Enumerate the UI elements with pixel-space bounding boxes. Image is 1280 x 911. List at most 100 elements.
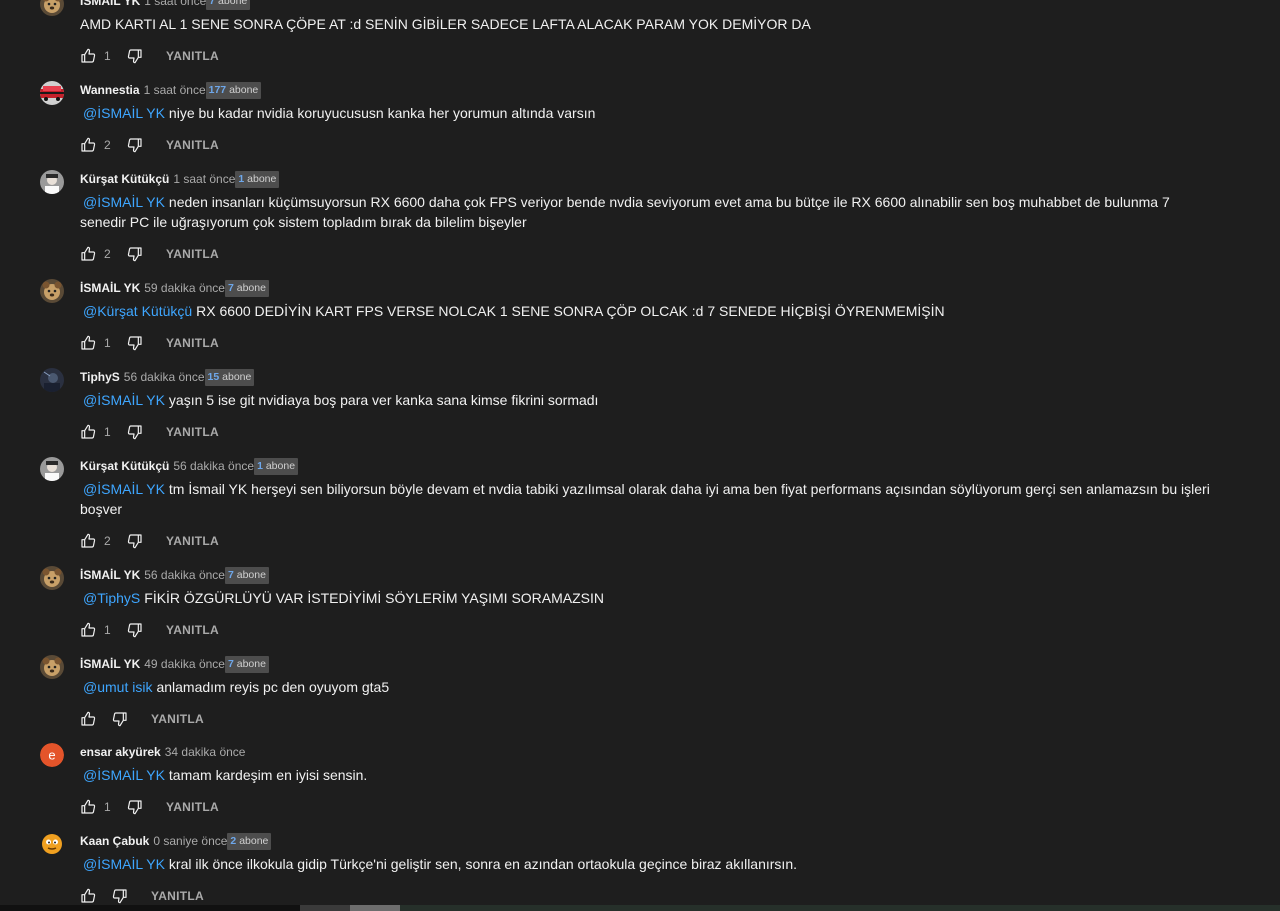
like-icon[interactable] xyxy=(80,246,96,262)
author-name[interactable]: Kürşat Kütükçü xyxy=(80,459,169,473)
like-icon[interactable] xyxy=(80,424,96,440)
comment-text: @TiphyS FİKİR ÖZGÜRLÜYÜ VAR İSTEDİYİMİ SÖ… xyxy=(80,588,1210,608)
timestamp[interactable]: 59 dakika önce xyxy=(144,281,225,295)
subscriber-count: 7 xyxy=(227,568,234,581)
comment-text: @İSMAİL YK kral ilk önce ilkokula gidip T… xyxy=(80,854,1210,874)
timestamp[interactable]: 56 dakika önce xyxy=(173,459,254,473)
like-icon[interactable] xyxy=(80,533,96,549)
subscriber-count: 1 xyxy=(257,459,263,472)
mention-link[interactable]: @İSMAİL YK xyxy=(83,194,165,210)
timestamp[interactable]: 1 saat önce xyxy=(173,172,235,186)
author-name[interactable]: İSMAİL YK xyxy=(80,281,140,295)
mention-link[interactable]: @Kürşat Kütükçü xyxy=(83,303,192,319)
dislike-icon[interactable] xyxy=(112,711,128,727)
like-icon[interactable] xyxy=(80,799,96,815)
avatar[interactable] xyxy=(40,279,64,303)
reply-button[interactable]: YANITLA xyxy=(166,247,219,261)
dislike-icon[interactable] xyxy=(127,335,143,351)
dislike-icon[interactable] xyxy=(127,246,143,262)
avatar[interactable] xyxy=(40,170,64,194)
like-count: 1 xyxy=(104,800,111,814)
reply-button[interactable]: YANITLA xyxy=(151,712,204,726)
subscriber-label: abone xyxy=(236,568,266,581)
comment-text: @İSMAİL YK niye bu kadar nvidia koruyucus… xyxy=(80,103,1210,123)
avatar[interactable]: e xyxy=(40,743,64,767)
subscriber-count: 7 xyxy=(227,281,234,294)
subscriber-badge: 15 abone xyxy=(204,368,255,386)
dislike-icon[interactable] xyxy=(112,888,128,904)
author-name[interactable]: İSMAİL YK xyxy=(80,657,140,671)
author-line: ensar akyürek 34 dakika önce xyxy=(80,743,245,761)
subscriber-label: abone xyxy=(247,172,277,185)
like-icon[interactable] xyxy=(80,335,96,351)
subscriber-label: abone xyxy=(239,834,269,847)
reply-button[interactable]: YANITLA xyxy=(166,336,219,350)
subscriber-count: 177 xyxy=(208,83,227,96)
author-name[interactable]: Kaan Çabuk xyxy=(80,834,149,848)
like-count: 2 xyxy=(104,247,111,261)
mention-link[interactable]: @umut isik xyxy=(83,679,152,695)
comment-body: anlamadım reyis pc den oyuyom gta5 xyxy=(156,679,390,695)
comment-body: neden insanları küçümsuyorsun RX 6600 da… xyxy=(80,194,1170,230)
comment-actions: YANITLA xyxy=(80,709,204,729)
subscriber-count: 2 xyxy=(230,834,237,847)
dislike-icon[interactable] xyxy=(127,533,143,549)
subscriber-count: 7 xyxy=(209,0,216,7)
dislike-icon[interactable] xyxy=(127,424,143,440)
like-count: 1 xyxy=(104,623,111,637)
timestamp[interactable]: 0 saniye önce xyxy=(153,834,227,848)
dislike-icon[interactable] xyxy=(127,622,143,638)
avatar[interactable] xyxy=(40,368,64,392)
timestamp[interactable]: 56 dakika önce xyxy=(124,370,205,384)
reply-button[interactable]: YANITLA xyxy=(166,425,219,439)
comment-body: kral ilk önce ilkokula gidip Türkçe'ni g… xyxy=(168,856,797,872)
author-name[interactable]: Kürşat Kütükçü xyxy=(80,172,169,186)
mention-link[interactable]: @TiphyS xyxy=(83,590,140,606)
comment-actions: 2 YANITLA xyxy=(80,531,219,551)
subscriber-label: abone xyxy=(236,281,266,294)
reply-button[interactable]: YANITLA xyxy=(166,138,219,152)
timestamp[interactable]: 56 dakika önce xyxy=(144,568,225,582)
reply-button[interactable]: YANITLA xyxy=(166,623,219,637)
dislike-icon[interactable] xyxy=(127,799,143,815)
comment-body: tamam kardeşim en iyisi sensin. xyxy=(168,767,368,783)
avatar[interactable] xyxy=(40,81,64,105)
like-icon[interactable] xyxy=(80,48,96,64)
mention-link[interactable]: @İSMAİL YK xyxy=(83,856,165,872)
mention-link[interactable]: @İSMAİL YK xyxy=(83,392,165,408)
reply-button[interactable]: YANITLA xyxy=(166,800,219,814)
dislike-icon[interactable] xyxy=(127,137,143,153)
timestamp[interactable]: 34 dakika önce xyxy=(165,745,246,759)
reply-button[interactable]: YANITLA xyxy=(166,49,219,63)
like-icon[interactable] xyxy=(80,622,96,638)
comment-body: AMD KARTI AL 1 SENE SONRA ÇÖPE AT :d SEN… xyxy=(80,16,811,32)
comment-actions: 1 YANITLA xyxy=(80,797,219,817)
subscriber-badge: 7 abone xyxy=(224,655,269,673)
avatar[interactable] xyxy=(40,832,64,856)
mention-link[interactable]: @İSMAİL YK xyxy=(83,767,165,783)
author-name[interactable]: Wannestia xyxy=(80,83,140,97)
like-icon[interactable] xyxy=(80,137,96,153)
reply-button[interactable]: YANITLA xyxy=(151,889,204,903)
mention-link[interactable]: @İSMAİL YK xyxy=(83,105,165,121)
svg-text:e: e xyxy=(48,748,55,763)
reply-button[interactable]: YANITLA xyxy=(166,534,219,548)
author-name[interactable]: ensar akyürek xyxy=(80,745,161,759)
author-name[interactable]: TiphyS xyxy=(80,370,120,384)
author-name[interactable]: İSMAİL YK xyxy=(80,568,140,582)
avatar[interactable] xyxy=(40,0,64,16)
avatar[interactable] xyxy=(40,457,64,481)
comment-actions: 1 YANITLA xyxy=(80,333,219,353)
like-icon[interactable] xyxy=(80,711,96,727)
timestamp[interactable]: 49 dakika önce xyxy=(144,657,225,671)
timestamp[interactable]: 1 saat önce xyxy=(144,0,206,8)
subscriber-badge: 2 abone xyxy=(227,832,272,850)
author-name[interactable]: İSMAİL YK xyxy=(80,0,140,8)
avatar[interactable] xyxy=(40,566,64,590)
mention-link[interactable]: @İSMAİL YK xyxy=(83,481,165,497)
avatar[interactable] xyxy=(40,655,64,679)
dislike-icon[interactable] xyxy=(127,48,143,64)
subscriber-badge: 7 abone xyxy=(206,0,251,10)
timestamp[interactable]: 1 saat önce xyxy=(144,83,206,97)
like-icon[interactable] xyxy=(80,888,96,904)
